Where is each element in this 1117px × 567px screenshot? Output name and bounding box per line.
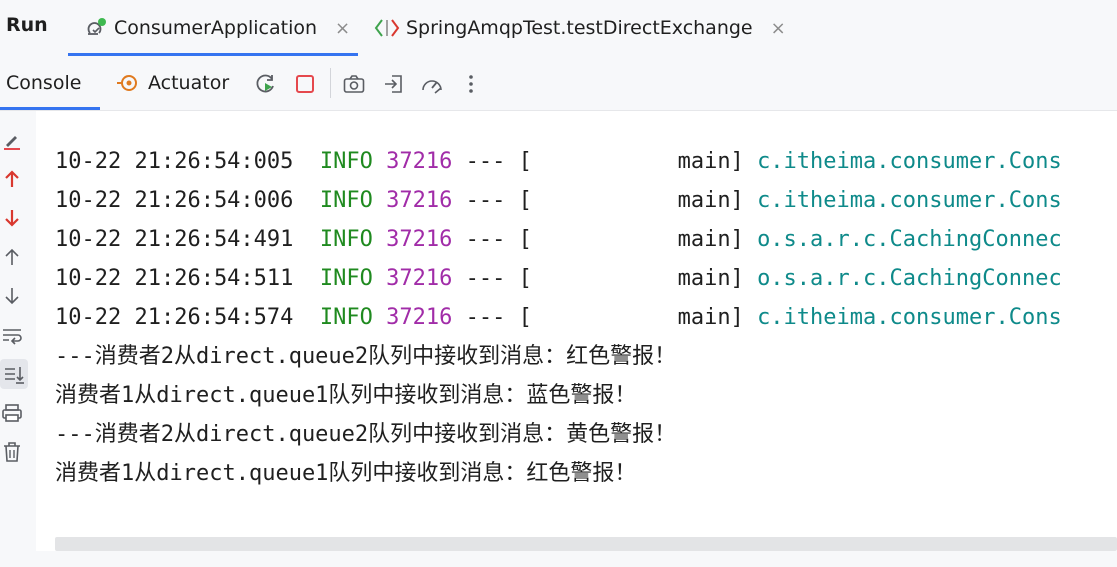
- close-icon[interactable]: ×: [771, 18, 786, 39]
- down-red-icon[interactable]: [0, 206, 24, 230]
- tab-actuator[interactable]: Actuator: [116, 56, 229, 110]
- toolbar-divider: [330, 68, 331, 98]
- dashboard-icon[interactable]: [420, 72, 444, 96]
- console-message: ---消费者2从direct.queue2队列中接收到消息：红色警报！: [55, 344, 677, 369]
- spring-boot-icon: [84, 16, 108, 40]
- tab-console[interactable]: Console: [0, 56, 100, 110]
- up-arrow-icon[interactable]: [0, 245, 24, 269]
- edit-icon[interactable]: [0, 129, 24, 153]
- console-label: Console: [6, 72, 82, 94]
- console-message: ---消费者2从direct.queue2队列中接收到消息：黄色警报！: [55, 422, 677, 447]
- console-message: 消费者1从direct.queue1队列中接收到消息：红色警报！: [55, 461, 637, 486]
- soft-wrap-icon[interactable]: [0, 323, 24, 347]
- tab-consumer-application[interactable]: ConsumerApplication ×: [68, 0, 358, 56]
- rerun-icon[interactable]: [254, 72, 278, 96]
- horizontal-scrollbar[interactable]: [55, 537, 1117, 551]
- status-bar: [0, 551, 1117, 567]
- tab-spring-amqp-test[interactable]: SpringAmqpTest.testDirectExchange ×: [374, 0, 786, 56]
- test-diamond-icon: [374, 17, 400, 39]
- console-message: 消费者1从direct.queue1队列中接收到消息：蓝色警报！: [55, 383, 637, 408]
- log-line: 10-22 21:26:54:574 INFO 37216 --- [ main…: [55, 305, 1062, 330]
- log-line: 10-22 21:26:54:005 INFO 37216 --- [ main…: [55, 149, 1062, 174]
- run-tool-window-header: Run ConsumerApplication × SpringAmqpTest…: [0, 0, 1117, 56]
- actuator-icon: [116, 71, 140, 95]
- console-toolbar: Console Actuator: [0, 56, 1117, 111]
- trash-icon[interactable]: [0, 440, 24, 464]
- down-arrow-icon[interactable]: [0, 284, 24, 308]
- console-output[interactable]: 10-22 21:26:54:005 INFO 37216 --- [ main…: [36, 111, 1117, 537]
- log-line: 10-22 21:26:54:006 INFO 37216 --- [ main…: [55, 188, 1062, 213]
- tab-label: ConsumerApplication: [114, 17, 318, 39]
- stop-icon[interactable]: [293, 72, 317, 96]
- print-icon[interactable]: [0, 401, 24, 425]
- more-icon[interactable]: [459, 72, 483, 96]
- tab-label: SpringAmqpTest.testDirectExchange: [406, 17, 753, 39]
- scroll-to-end-icon[interactable]: [0, 359, 28, 389]
- close-icon[interactable]: ×: [335, 18, 350, 39]
- camera-icon[interactable]: [342, 72, 366, 96]
- login-icon[interactable]: [382, 72, 406, 96]
- run-label: Run: [6, 14, 48, 36]
- actuator-label: Actuator: [148, 72, 230, 94]
- up-red-icon[interactable]: [0, 167, 24, 191]
- log-line: 10-22 21:26:54:491 INFO 37216 --- [ main…: [55, 227, 1062, 252]
- log-line: 10-22 21:26:54:511 INFO 37216 --- [ main…: [55, 266, 1062, 291]
- console-gutter: [0, 111, 36, 567]
